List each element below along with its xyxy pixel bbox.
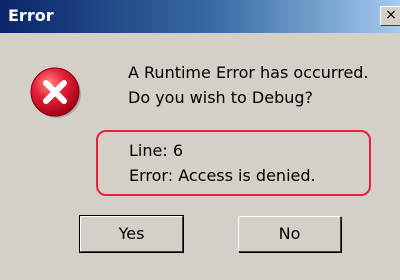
close-button[interactable]: ×	[380, 6, 400, 26]
message-line-2: Do you wish to Debug?	[128, 88, 314, 107]
detail-line-number: Line: 6	[129, 141, 183, 160]
error-details: Line: 6 Error: Access is denied.	[129, 138, 316, 188]
error-dialog: Error × A Runtime Error has occurred. Do…	[0, 0, 400, 280]
close-icon: ×	[385, 7, 397, 23]
error-message: A Runtime Error has occurred. Do you wis…	[128, 60, 369, 110]
detail-error-text: Error: Access is denied.	[129, 166, 316, 185]
no-button[interactable]: No	[238, 216, 341, 252]
window-title: Error	[8, 6, 54, 25]
yes-button[interactable]: Yes	[79, 215, 184, 253]
error-icon	[30, 67, 81, 118]
title-bar[interactable]: Error ×	[0, 0, 400, 33]
message-line-1: A Runtime Error has occurred.	[128, 63, 369, 82]
